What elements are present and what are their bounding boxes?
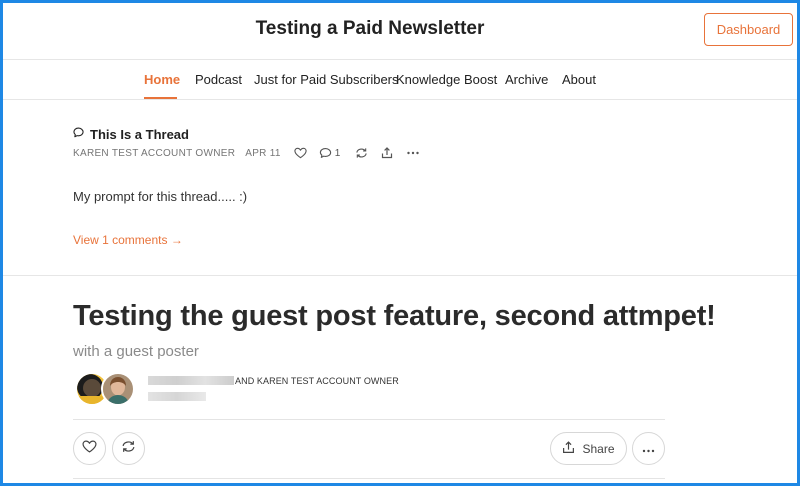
share-icon — [562, 440, 575, 457]
nav-item-about[interactable]: About — [562, 72, 596, 87]
nav-item-home[interactable]: Home — [144, 72, 180, 87]
site-title[interactable]: Testing a Paid Newsletter — [0, 18, 740, 40]
more-options-icon — [642, 440, 655, 458]
redacted-author-name — [148, 376, 234, 385]
restack-icon — [121, 440, 136, 458]
restack-button[interactable] — [112, 432, 145, 465]
thread-card: This Is a Thread KAREN TEST ACCOUNT OWNE… — [0, 100, 800, 276]
heart-icon — [82, 440, 97, 458]
site-header: Testing a Paid Newsletter Dashboard — [0, 0, 800, 60]
author-avatars[interactable] — [75, 372, 137, 408]
thread-title-row[interactable]: This Is a Thread — [73, 125, 189, 143]
post-subtitle: with a guest poster — [73, 343, 199, 360]
heart-icon[interactable] — [294, 147, 307, 159]
comment-icon[interactable] — [319, 147, 332, 159]
dashboard-button[interactable]: Dashboard — [704, 13, 793, 46]
post-title[interactable]: Testing the guest post feature, second a… — [73, 300, 716, 333]
comment-count: 1 — [334, 147, 341, 159]
thread-author[interactable]: KAREN TEST ACCOUNT OWNER — [73, 148, 235, 159]
thread-meta: KAREN TEST ACCOUNT OWNER APR 11 1 — [73, 146, 419, 160]
share-label: Share — [582, 441, 615, 456]
nav-item-knowledge-boost[interactable]: Knowledge Boost — [396, 72, 497, 87]
thread-date: APR 11 — [245, 147, 281, 159]
share-button[interactable]: Share — [550, 432, 627, 465]
restack-icon[interactable] — [355, 147, 368, 159]
owner-avatar[interactable] — [101, 372, 135, 406]
nav-item-archive[interactable]: Archive — [505, 72, 548, 87]
like-button[interactable] — [73, 432, 106, 465]
redacted-post-date — [148, 392, 206, 401]
nav-item-paid-subscribers[interactable]: Just for Paid Subscribers — [254, 72, 399, 87]
nav-item-podcast[interactable]: Podcast — [195, 72, 242, 87]
byline-owner[interactable]: AND KAREN TEST ACCOUNT OWNER — [235, 376, 399, 386]
share-icon[interactable] — [381, 147, 393, 159]
speech-bubble-icon — [73, 125, 84, 143]
view-comments-link[interactable]: View 1 comments → — [73, 233, 183, 247]
more-options-icon[interactable] — [406, 151, 419, 155]
nav-active-indicator — [144, 97, 177, 99]
thread-body: My prompt for this thread..... :) — [73, 189, 248, 204]
main-nav: Home Podcast Just for Paid Subscribers K… — [0, 60, 800, 100]
divider-bottom — [73, 478, 665, 479]
thread-title[interactable]: This Is a Thread — [90, 127, 189, 142]
divider-top — [73, 419, 665, 420]
more-options-button[interactable] — [632, 432, 665, 465]
